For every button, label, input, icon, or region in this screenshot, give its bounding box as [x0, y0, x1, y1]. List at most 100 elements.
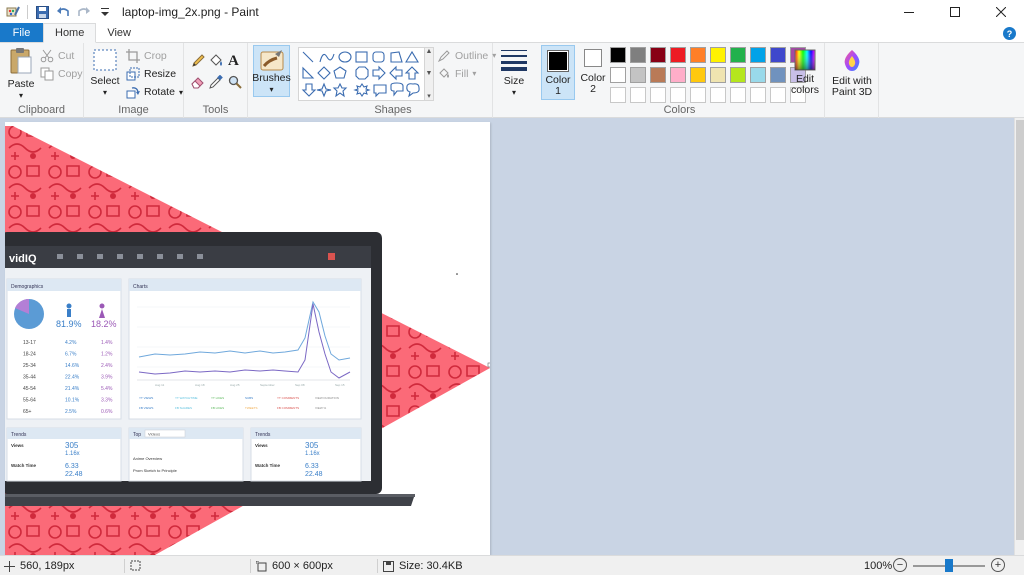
palette-swatch[interactable]: [630, 47, 646, 63]
palette-swatch-empty[interactable]: [710, 87, 726, 103]
fill-button[interactable]: Fill ▾: [438, 67, 476, 80]
brushes-button[interactable]: Brushes ▾: [252, 45, 291, 97]
shapes-gallery[interactable]: [298, 47, 425, 101]
color1-label-line2: 1: [555, 85, 561, 97]
palette-swatch-empty[interactable]: [770, 87, 786, 103]
maximize-button[interactable]: [932, 0, 978, 24]
cut-button[interactable]: Cut: [40, 49, 74, 63]
palette-swatch[interactable]: [710, 67, 726, 83]
palette-swatch-empty[interactable]: [630, 87, 646, 103]
text-icon[interactable]: A: [228, 53, 239, 70]
fill-bucket-icon[interactable]: [209, 54, 223, 68]
magnifier-icon[interactable]: [228, 75, 242, 89]
palette-swatch[interactable]: [610, 47, 626, 63]
zoom-slider-thumb[interactable]: [945, 559, 953, 572]
palette-swatch[interactable]: [770, 47, 786, 63]
palette-swatch[interactable]: [650, 47, 666, 63]
resize-label: Resize: [144, 68, 177, 80]
palette-swatch-empty[interactable]: [670, 87, 686, 103]
shapes-gallery-scroll[interactable]: ▲ ▼ ▾: [425, 47, 434, 101]
top-title: Top: [133, 432, 141, 438]
color2-button[interactable]: Color 2: [577, 49, 609, 95]
palette-swatch[interactable]: [690, 67, 706, 83]
crop-button[interactable]: Crop: [126, 49, 167, 63]
separator: [878, 43, 879, 118]
canvas-image: vidIQ Demographics 81.9% 18.2% 13-17 4.2%…: [5, 122, 490, 555]
select-button[interactable]: Select ▾: [90, 49, 120, 98]
outline-button[interactable]: Outline ▾: [438, 49, 496, 62]
chevron-down-icon: ▾: [102, 88, 107, 97]
palette-swatch[interactable]: [690, 47, 706, 63]
select-rectangle-icon: [93, 49, 117, 71]
shapes-group: ▲ ▼ ▾ Outline ▾ Fill ▾ Shapes: [294, 43, 496, 118]
zoom-level: 100%: [864, 560, 893, 572]
palette-swatch[interactable]: [750, 67, 766, 83]
pct-female: 18.2%: [91, 319, 117, 329]
size-button[interactable]: Size ▾: [499, 49, 529, 98]
pencil-icon[interactable]: [191, 54, 205, 68]
chevron-down-icon[interactable]: ▼: [426, 70, 433, 77]
palette-swatch-empty[interactable]: [650, 87, 666, 103]
select-label: Select: [90, 75, 120, 87]
palette-swatch-empty[interactable]: [750, 87, 766, 103]
svg-text:Sep 08: Sep 08: [295, 383, 305, 387]
age-row-label: 45-54: [23, 386, 36, 392]
demographics-title: Demographics: [11, 284, 44, 290]
palette-swatch[interactable]: [610, 67, 626, 83]
vertical-scrollbar[interactable]: [1014, 118, 1024, 555]
tools-group-label: Tools: [202, 104, 229, 116]
fill-icon: [438, 67, 451, 80]
palette-swatch-empty[interactable]: [690, 87, 706, 103]
color1-button[interactable]: Color 1: [541, 45, 575, 100]
palette-swatch-empty[interactable]: [730, 87, 746, 103]
save-icon[interactable]: [35, 5, 49, 19]
trends-watch-label: Watch Time: [11, 463, 37, 468]
trends-watch-value: 6.33: [65, 463, 79, 470]
palette-swatch[interactable]: [710, 47, 726, 63]
paint-app-icon[interactable]: [6, 5, 20, 19]
separator: [377, 559, 378, 573]
tab-home[interactable]: Home: [43, 23, 97, 43]
help-icon[interactable]: ?: [1003, 27, 1016, 40]
ribbon: Paste ▾ Cut Copy Clipboard Select ▾ Crop…: [0, 43, 1024, 118]
tab-view[interactable]: View: [96, 23, 142, 42]
age-row-female: 2.4%: [101, 363, 113, 369]
tab-file[interactable]: File: [0, 23, 43, 42]
minimize-button[interactable]: [886, 0, 932, 24]
palette-swatch[interactable]: [670, 47, 686, 63]
palette-swatch[interactable]: [730, 47, 746, 63]
edit-colors-button[interactable]: Edit colors: [788, 49, 822, 96]
age-row-female: 3.9%: [101, 375, 113, 381]
redo-icon[interactable]: [77, 5, 91, 19]
expand-gallery-icon[interactable]: ▾: [427, 92, 431, 100]
rotate-button[interactable]: Rotate ▾: [126, 85, 183, 99]
edit-with-paint3d-button[interactable]: Edit with Paint 3D: [830, 49, 874, 98]
palette-swatch[interactable]: [730, 67, 746, 83]
palette-swatch[interactable]: [630, 67, 646, 83]
svg-text:FB COMMENTS: FB COMMENTS: [277, 406, 299, 410]
age-row-male: 21.4%: [65, 386, 80, 392]
palette-swatch-empty[interactable]: [610, 87, 626, 103]
palette-swatch[interactable]: [650, 67, 666, 83]
palette-swatch[interactable]: [770, 67, 786, 83]
drawing-canvas[interactable]: vidIQ Demographics 81.9% 18.2% 13-17 4.2%…: [5, 122, 490, 555]
undo-icon[interactable]: [56, 5, 70, 19]
palette-swatch[interactable]: [670, 67, 686, 83]
color-picker-icon[interactable]: [209, 75, 223, 89]
title-bar: laptop-img_2x.png - Paint: [0, 0, 1024, 24]
scrollbar-thumb[interactable]: [1016, 120, 1024, 540]
zoom-out-button[interactable]: −: [893, 558, 907, 572]
copy-label: Copy: [58, 68, 83, 80]
canvas-workspace[interactable]: vidIQ Demographics 81.9% 18.2% 13-17 4.2%…: [0, 118, 1024, 555]
ribbon-tabs: File Home View ?: [0, 23, 1024, 43]
trends2-views-value: 305: [305, 441, 319, 450]
resize-button[interactable]: Resize: [126, 67, 176, 81]
close-button[interactable]: [978, 0, 1024, 24]
eraser-icon[interactable]: [191, 75, 205, 89]
customize-toolbar-icon[interactable]: [98, 5, 112, 19]
palette-swatch[interactable]: [750, 47, 766, 63]
chevron-up-icon[interactable]: ▲: [426, 48, 433, 55]
copy-button[interactable]: Copy: [40, 67, 83, 81]
zoom-in-button[interactable]: +: [991, 558, 1005, 572]
paste-button[interactable]: Paste ▾: [7, 47, 35, 101]
